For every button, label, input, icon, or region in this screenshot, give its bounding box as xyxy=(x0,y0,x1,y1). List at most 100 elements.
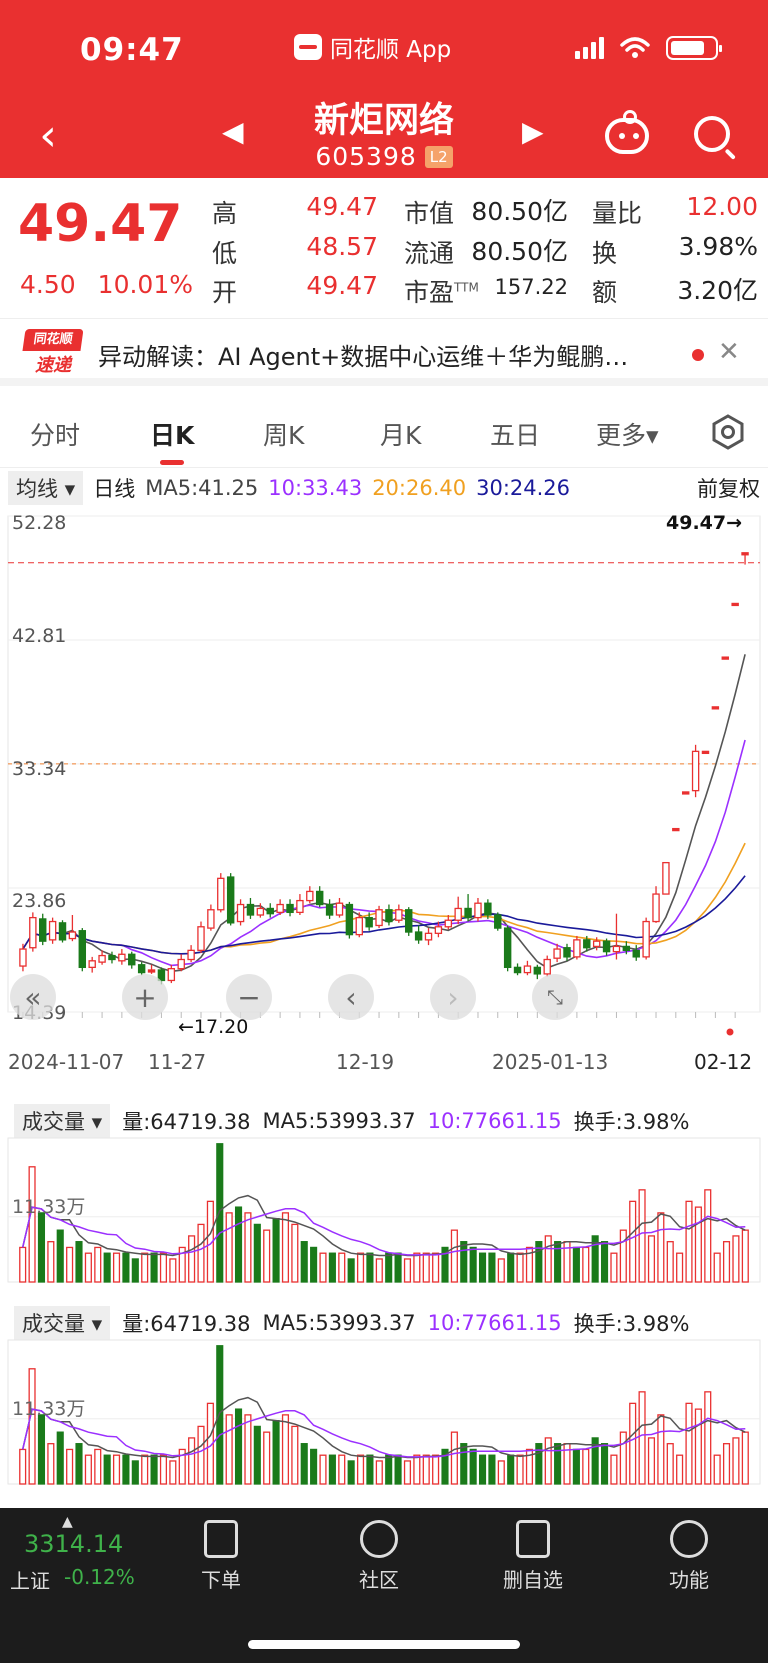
volume-bar xyxy=(37,1414,46,1485)
volume-bar xyxy=(66,1246,74,1283)
nav-remove-watchlist[interactable]: 删自选 xyxy=(488,1520,578,1593)
index-change: -0.12% xyxy=(64,1565,135,1589)
volume-bar xyxy=(347,1258,355,1283)
volume-bar xyxy=(403,1258,412,1283)
date-label: 2025-01-13 xyxy=(492,1050,609,1074)
volume-axis-label: 11.33万 xyxy=(12,1398,86,1420)
volume-select[interactable]: 成交量 ▾ xyxy=(14,1306,111,1340)
volume-bar xyxy=(666,1241,674,1283)
fullscreen-icon[interactable]: ⤡ xyxy=(532,974,578,1020)
candle xyxy=(573,935,581,960)
volume-bar xyxy=(112,1454,121,1485)
news-text[interactable]: 异动解读：AI Agent+数据中心运维＋华为鲲鹏… xyxy=(98,337,673,372)
tab-minute[interactable]: 分时 xyxy=(30,416,80,452)
volume-bar xyxy=(657,1212,665,1283)
volume-bar xyxy=(366,1252,374,1283)
today-dot xyxy=(726,1028,734,1036)
turnover-value: 3.98% xyxy=(678,232,758,261)
volume-bar xyxy=(19,1448,27,1485)
zoom-out-icon[interactable]: − xyxy=(226,974,272,1020)
candle xyxy=(414,925,423,944)
volume-chart-1[interactable] xyxy=(0,1136,768,1284)
volume-frame xyxy=(7,1339,761,1485)
ma30-value: 30:24.26 xyxy=(476,476,571,500)
candle xyxy=(563,943,571,961)
volume-bar xyxy=(732,1235,740,1283)
low-value: 48.57 xyxy=(306,232,378,261)
kline-chart[interactable] xyxy=(0,506,768,1036)
current-price: 49.47 xyxy=(18,194,183,254)
volume-axis-label: 11.33万 xyxy=(12,1196,86,1218)
date-label: 02-12 xyxy=(694,1050,753,1074)
scroll-far-left-icon[interactable]: « xyxy=(10,974,56,1020)
news-banner[interactable]: 同花顺 速递 异动解读：AI Agent+数据中心运维＋华为鲲鹏… ✕ xyxy=(0,318,768,386)
volume-bar xyxy=(600,1241,609,1283)
volume-bar xyxy=(84,1454,92,1485)
zoom-in-icon[interactable]: + xyxy=(122,974,168,1020)
scroll-right-icon[interactable]: › xyxy=(430,974,476,1020)
candle xyxy=(335,897,344,918)
volume-bar xyxy=(356,1252,365,1283)
volume-bar xyxy=(694,1206,702,1283)
level2-badge[interactable]: L2 xyxy=(424,145,453,168)
volume-bar xyxy=(460,1241,468,1283)
ma-select[interactable]: 均线 ▾ xyxy=(8,471,84,505)
date-label: 11-27 xyxy=(148,1050,207,1074)
volume-bar xyxy=(516,1454,524,1485)
candle xyxy=(177,954,185,972)
tab-more[interactable]: 更多▾ xyxy=(596,416,659,452)
adjust-mode[interactable]: 前复权 xyxy=(697,473,760,503)
candle xyxy=(513,963,522,976)
amount-value: 3.20亿 xyxy=(677,276,758,305)
tab-weekly-k[interactable]: 周K xyxy=(263,416,304,452)
volume-chart-2[interactable] xyxy=(0,1338,768,1486)
close-icon[interactable]: ✕ xyxy=(718,337,740,367)
volume-select[interactable]: 成交量 ▾ xyxy=(14,1104,111,1138)
index-value[interactable]: 3314.14 xyxy=(24,1530,123,1558)
high-value: 49.47 xyxy=(306,192,378,221)
volume-bar xyxy=(713,1454,721,1485)
unread-dot xyxy=(692,349,704,361)
index-up-arrow-icon: ▲ xyxy=(62,1514,73,1530)
nav-order[interactable]: 下单 xyxy=(176,1520,266,1593)
volume-bar xyxy=(66,1448,74,1485)
volume-bar xyxy=(629,1402,637,1485)
volume-bar xyxy=(291,1223,299,1283)
candle xyxy=(642,917,650,960)
vol-ratio-label: 量比 xyxy=(592,199,643,228)
scroll-left-icon[interactable]: ‹ xyxy=(328,974,374,1020)
volume-bar xyxy=(647,1235,656,1283)
candle xyxy=(187,945,195,963)
price-axis-max: 52.28 xyxy=(12,512,67,534)
nav-community[interactable]: 社区 xyxy=(334,1520,424,1593)
volume-bar xyxy=(150,1454,158,1485)
nav-functions[interactable]: 功能 xyxy=(644,1520,734,1593)
volume-bar xyxy=(638,1391,646,1485)
signal-icon xyxy=(575,37,604,59)
volume-bar xyxy=(56,1431,64,1485)
volume-bar xyxy=(122,1454,130,1485)
volume-bar xyxy=(704,1189,712,1283)
turnover-rate: 换手:3.98% xyxy=(573,1110,690,1134)
volume-bar xyxy=(103,1252,111,1283)
candle xyxy=(325,899,334,919)
candle xyxy=(464,894,472,922)
tab-monthly-k[interactable]: 月K xyxy=(380,416,421,452)
volume-ma-line xyxy=(21,1206,746,1256)
battery-icon xyxy=(666,36,722,60)
volume-bar xyxy=(488,1454,496,1485)
tab-five-day[interactable]: 五日 xyxy=(490,416,540,452)
tab-daily-k[interactable]: 日K xyxy=(150,416,194,452)
candle xyxy=(197,921,205,953)
candle xyxy=(58,920,67,943)
robot-icon[interactable] xyxy=(605,110,649,154)
settings-hexagon-icon[interactable] xyxy=(710,414,746,450)
candle xyxy=(78,928,87,972)
ma5-value: MA5:41.25 xyxy=(145,476,259,500)
candle xyxy=(533,964,542,980)
volume-bar xyxy=(328,1454,336,1485)
search-icon[interactable] xyxy=(694,116,730,152)
volume-bar xyxy=(169,1258,177,1283)
volume-bar xyxy=(319,1454,327,1485)
volume-bar xyxy=(413,1454,421,1485)
